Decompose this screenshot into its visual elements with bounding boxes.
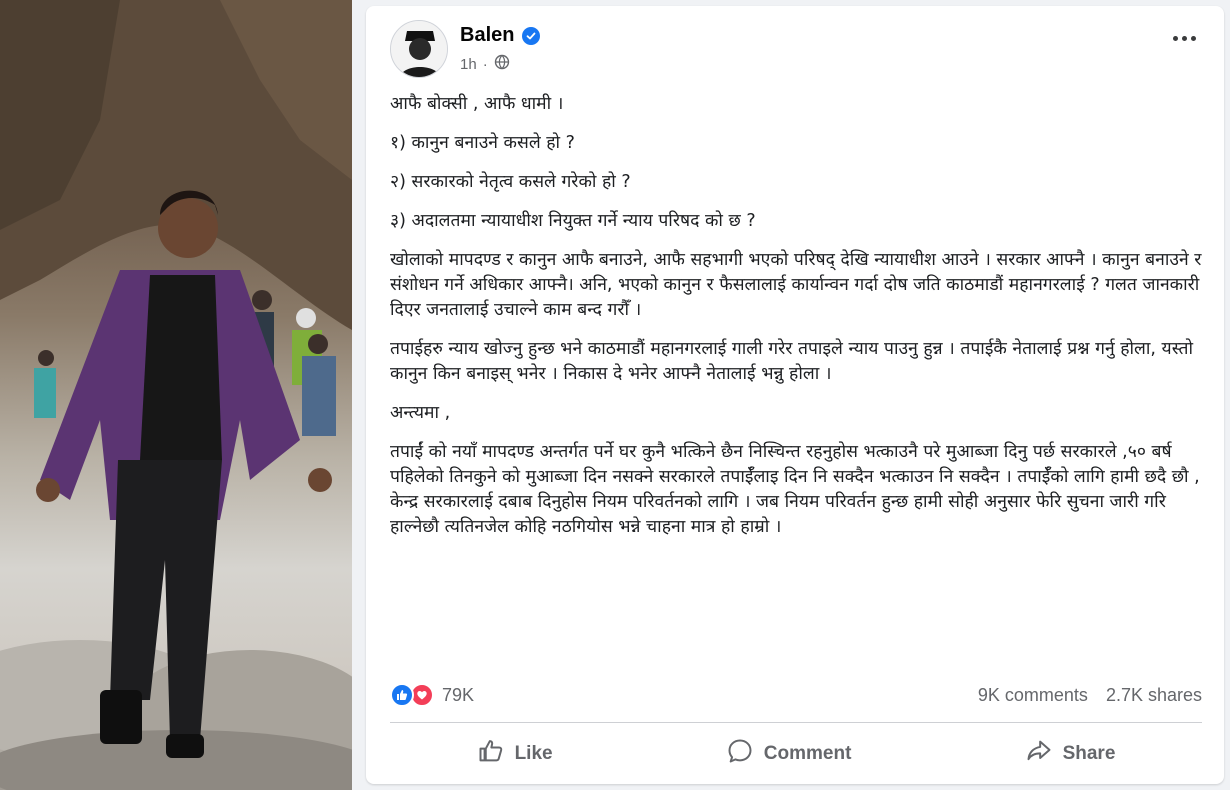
post-paragraph: ३) अदालतमा न्यायाधीश नियुक्त गर्ने न्याय… <box>390 211 756 231</box>
post-paragraph: खोलाको मापदण्ड र कानुन आफै बनाउने, आफै स… <box>390 250 1202 320</box>
author-name[interactable]: Balen <box>460 24 514 47</box>
share-button[interactable]: Share <box>995 731 1146 777</box>
share-label: Share <box>1062 743 1116 764</box>
reaction-icons[interactable]: 79K <box>390 683 474 707</box>
post-text: आफै बोक्सी , आफै धामी । १) कानुन बनाउने … <box>390 92 1202 554</box>
comments-count[interactable]: 9K comments <box>978 685 1088 706</box>
comment-button[interactable]: Comment <box>696 731 882 777</box>
comment-icon <box>726 737 754 771</box>
photo-illustration <box>0 0 352 790</box>
like-reaction-icon <box>390 683 414 707</box>
dot-separator: · <box>482 55 488 73</box>
post-paragraph: तपाईहरु न्याय खोज्नु हुन्छ भने काठमाडौं … <box>390 339 1194 384</box>
like-button[interactable]: Like <box>447 731 583 777</box>
post-paragraph: अन्त्यमा , <box>390 403 451 423</box>
shares-count[interactable]: 2.7K shares <box>1106 685 1202 706</box>
reactions-summary: 79K 9K comments 2.7K shares <box>390 681 1202 709</box>
post-photo[interactable] <box>0 0 352 790</box>
post-timestamp[interactable]: 1h <box>460 56 477 73</box>
comment-label: Comment <box>763 743 852 764</box>
post-paragraph: १) कानुन बनाउने कसले हो ? <box>390 133 575 153</box>
post-card: Balen 1h · आफै बोक्सी , आफै धामी । १) का… <box>366 6 1224 784</box>
post-paragraph: २) सरकारको नेतृत्व कसले गरेको हो ? <box>390 172 631 192</box>
like-label: Like <box>514 743 553 764</box>
post-paragraph: आफै बोक्सी , आफै धामी । <box>390 94 564 114</box>
more-options-icon[interactable] <box>1173 36 1196 41</box>
verified-badge-icon <box>522 26 541 45</box>
post-actions-bar: Like Comment Share <box>390 732 1202 776</box>
author-avatar[interactable] <box>390 20 448 78</box>
globe-icon <box>494 54 510 74</box>
post-paragraph: तपाईं को नयाँ मापदण्ड अन्तर्गत पर्ने घर … <box>390 442 1200 537</box>
share-icon <box>1025 737 1053 771</box>
like-icon <box>477 737 505 771</box>
avatar-image <box>391 21 447 77</box>
reaction-count: 79K <box>442 684 475 705</box>
actions-divider <box>390 722 1202 723</box>
